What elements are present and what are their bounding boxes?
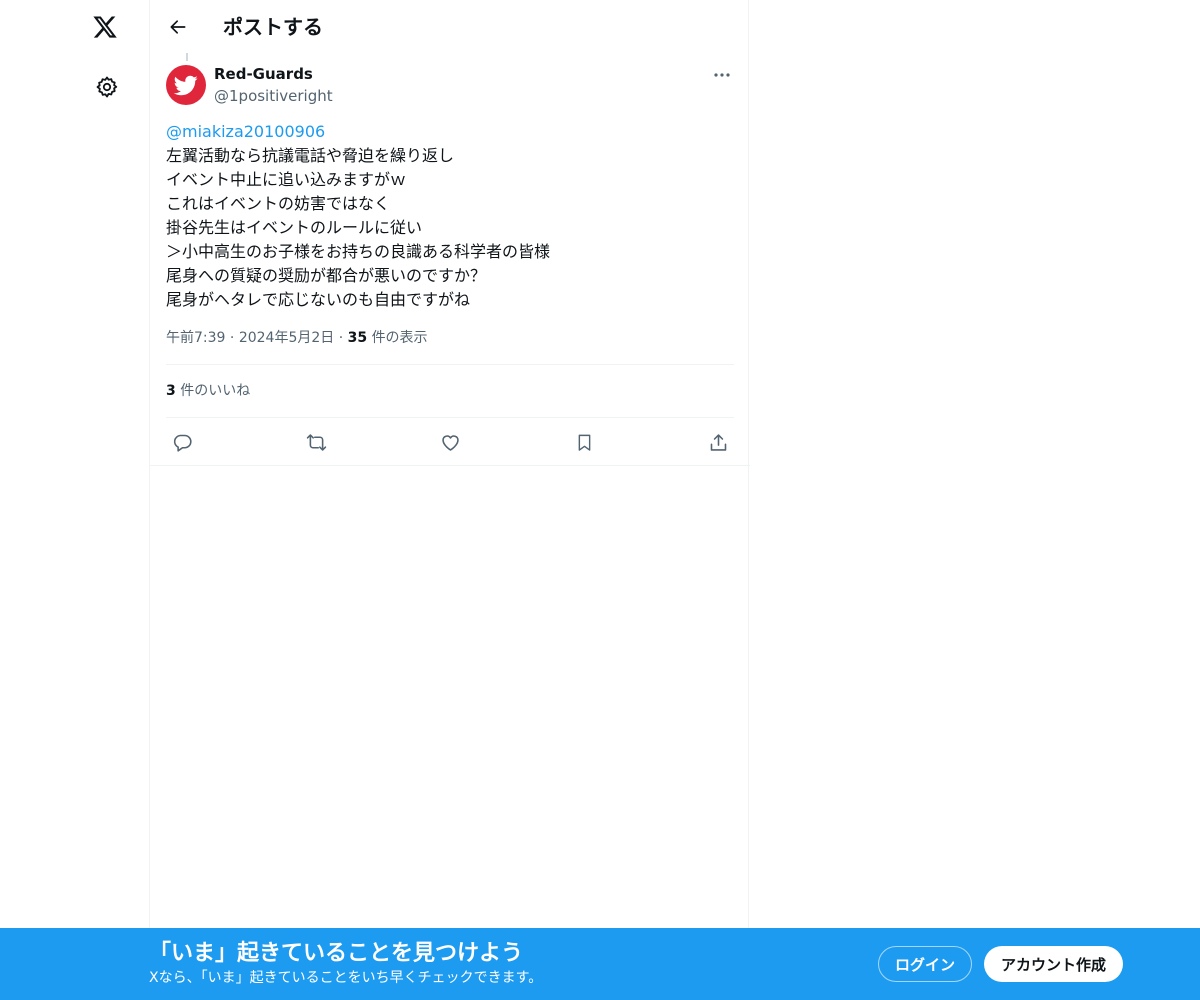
post-line: 左翼活動なら抗議電話や脅迫を繰り返し	[166, 146, 455, 165]
separator-dot: ·	[229, 330, 239, 346]
likes-count: 3	[166, 383, 176, 399]
signup-button[interactable]: アカウント作成	[984, 946, 1123, 982]
main-column: ポストする Red-Guards @1positiveright @miakiz…	[149, 0, 750, 928]
banner-subtitle: Xなら、「いま」起きていることをいち早くチェックできます。	[149, 970, 543, 986]
post-date[interactable]: 2024年5月2日	[239, 330, 334, 346]
avatar[interactable]	[166, 65, 206, 105]
post-line: ＞小中高生のお子様をお持ちの良識ある科学者の皆様	[166, 242, 551, 261]
more-options-icon[interactable]	[710, 64, 734, 86]
signup-banner: 「いま」起きていることを見つけよう Xなら、「いま」起きていることをいち早くチェ…	[0, 928, 1200, 1000]
bookmark-icon[interactable]	[572, 430, 596, 454]
heart-icon[interactable]	[438, 430, 462, 454]
separator-dot: ·	[338, 330, 348, 346]
banner-title: 「いま」起きていることを見つけよう	[149, 941, 524, 966]
x-logo-icon[interactable]	[86, 8, 124, 46]
action-bar	[150, 418, 750, 466]
page-title: ポストする	[223, 15, 323, 39]
likes-label: 件のいいね	[180, 383, 251, 399]
post-line: イベント中止に追い込みますがｗ	[166, 170, 407, 189]
post-line: 掛谷先生はイベントのルールに従い	[166, 218, 423, 237]
thread-line	[186, 53, 188, 61]
bird-icon	[174, 75, 198, 96]
share-icon[interactable]	[706, 430, 730, 454]
mention-link[interactable]: @miakiza20100906	[166, 120, 736, 144]
author-handle[interactable]: @1positiveright	[214, 86, 333, 106]
top-bar: ポストする	[150, 0, 750, 53]
divider	[166, 364, 734, 365]
repost-icon[interactable]	[304, 430, 328, 454]
post-line: これはイベントの妨害ではなく	[166, 194, 391, 213]
post-line: 尾身がヘタレで応じないのも自由ですがね	[166, 290, 471, 309]
divider	[150, 465, 750, 466]
views-label: 件の表示	[371, 330, 428, 346]
author-name[interactable]: Red-Guards	[214, 64, 313, 84]
side-nav	[60, 0, 150, 928]
gear-icon[interactable]	[90, 70, 124, 104]
reply-icon[interactable]	[170, 430, 194, 454]
post-text: @miakiza20100906 左翼活動なら抗議電話や脅迫を繰り返し イベント…	[166, 120, 736, 312]
likes-summary[interactable]: 3 件のいいね	[166, 381, 250, 401]
arrow-left-icon[interactable]	[162, 11, 194, 43]
post-line: 尾身への質疑の奨励が都合が悪いのですか？	[166, 266, 487, 285]
post-meta: 午前7:39 · 2024年5月2日 · 35 件の表示	[166, 328, 428, 348]
login-button[interactable]: ログイン	[878, 946, 972, 982]
views-count: 35	[347, 330, 368, 346]
post-time[interactable]: 午前7:39	[166, 330, 225, 346]
